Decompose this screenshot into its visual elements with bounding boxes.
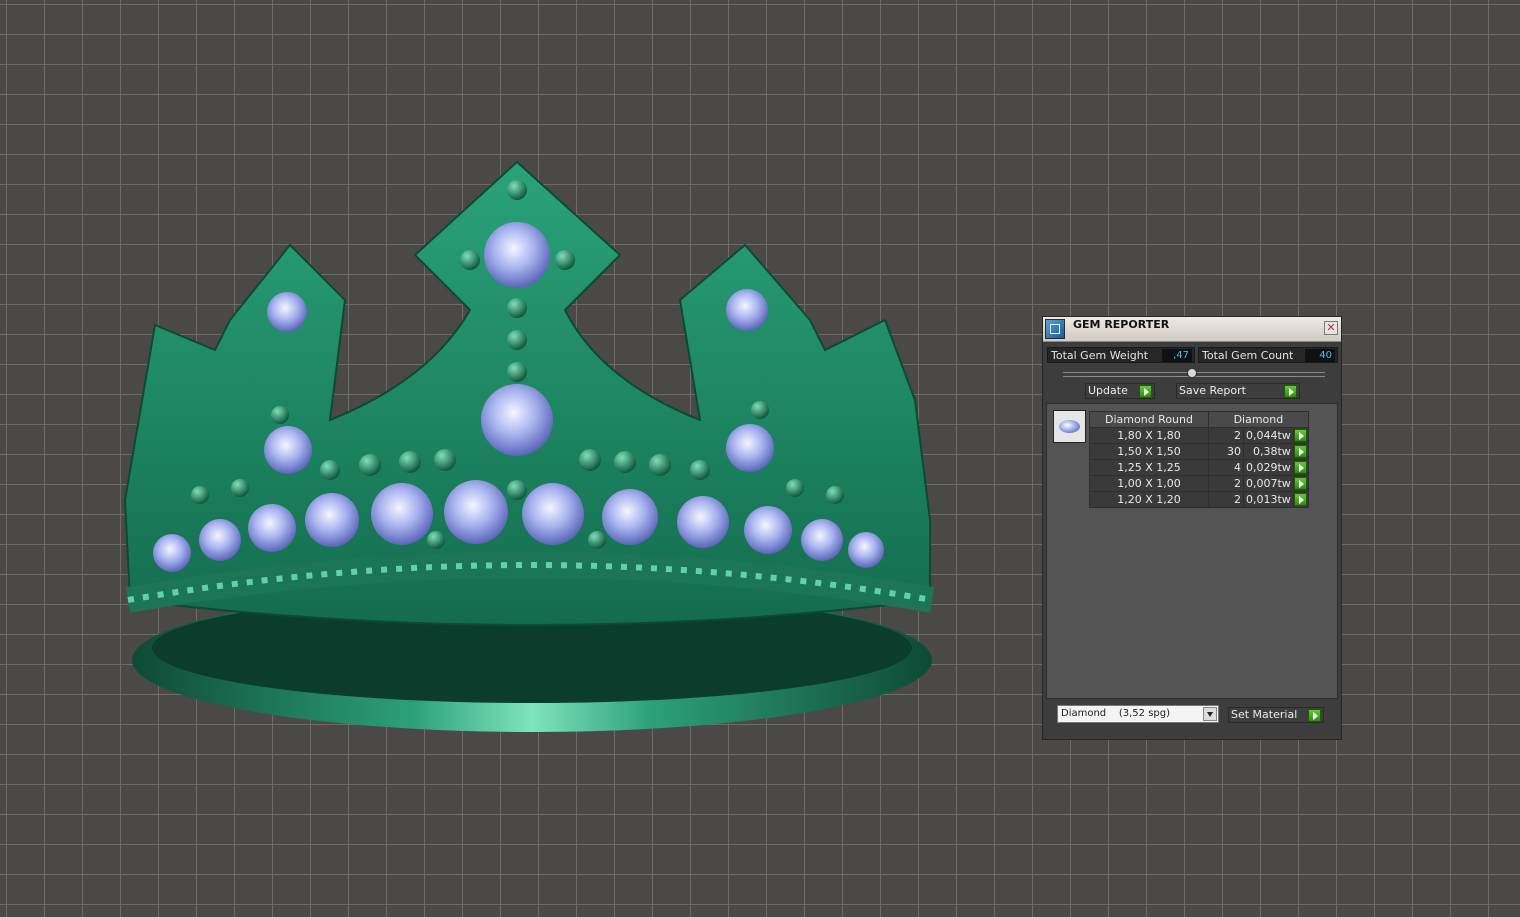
gem-size: 1,00 X 1,00 [1089, 475, 1209, 492]
total-gem-count-value: 40 [1305, 349, 1335, 362]
panel-titlebar[interactable]: GEM REPORTER ✕ [1043, 317, 1341, 342]
gem-count: 30 [1208, 443, 1244, 460]
collapse-grip-icon[interactable] [1187, 368, 1197, 378]
gem-weight: 0,38tw [1243, 443, 1294, 460]
table-row: 1,00 X 1,00 2 0,007tw [1089, 475, 1309, 492]
gem-table: Diamond Round Diamond 1,80 X 1,80 2 0,04… [1089, 411, 1309, 508]
material-select-value: Diamond (3,52 spg) [1061, 708, 1171, 719]
gem-weight: 0,044tw [1243, 427, 1294, 444]
gem-reporter-panel: GEM REPORTER ✕ Total Gem Weight ,47 Tota… [1042, 316, 1342, 740]
gem-weight: 0,013tw [1243, 491, 1294, 508]
crown-ring-model [123, 160, 935, 732]
chevron-down-icon[interactable] [1203, 707, 1217, 721]
gem-weight: 0,029tw [1243, 459, 1294, 476]
gem-size: 1,20 X 1,20 [1089, 491, 1209, 508]
gem-size: 1,25 X 1,25 [1089, 459, 1209, 476]
row-action-button[interactable] [1292, 443, 1309, 460]
save-report-button[interactable]: Save Report [1176, 383, 1300, 399]
set-material-button-label: Set Material [1231, 708, 1298, 721]
table-header-row: Diamond Round Diamond [1089, 411, 1309, 428]
close-icon: ✕ [1326, 321, 1336, 334]
play-icon [1293, 445, 1307, 458]
row-action-button[interactable] [1292, 427, 1309, 444]
update-button-label: Update [1088, 384, 1128, 397]
play-icon [1293, 477, 1307, 490]
total-gem-count-label: Total Gem Count [1202, 349, 1294, 362]
row-action-button[interactable] [1292, 491, 1309, 508]
update-button[interactable]: Update [1085, 383, 1155, 399]
play-icon [1293, 429, 1307, 442]
close-button[interactable]: ✕ [1324, 321, 1338, 335]
column-header: Diamond [1208, 411, 1309, 428]
gem-size: 1,50 X 1,50 [1089, 443, 1209, 460]
gem-thumbnail-icon[interactable] [1053, 410, 1086, 443]
gem-count: 2 [1208, 427, 1244, 444]
table-row: 1,20 X 1,20 2 0,013tw [1089, 491, 1309, 508]
save-report-button-label: Save Report [1179, 384, 1246, 397]
play-icon [1293, 461, 1307, 474]
panel-title: GEM REPORTER [1073, 318, 1170, 331]
total-gem-weight-label: Total Gem Weight [1051, 349, 1149, 362]
table-row: 1,50 X 1,50 30 0,38tw [1089, 443, 1309, 460]
total-gem-count: Total Gem Count 40 [1198, 347, 1338, 363]
total-gem-weight-value: ,47 [1162, 349, 1192, 362]
gem-count: 2 [1208, 491, 1244, 508]
play-icon [1308, 709, 1321, 722]
play-icon [1284, 385, 1297, 398]
row-action-button[interactable] [1292, 459, 1309, 476]
gem-list-area: Diamond Round Diamond 1,80 X 1,80 2 0,04… [1046, 403, 1338, 699]
column-header: Diamond Round [1089, 411, 1209, 428]
gem-reporter-icon [1045, 319, 1065, 339]
gem-weight: 0,007tw [1243, 475, 1294, 492]
table-row: 1,80 X 1,80 2 0,044tw [1089, 427, 1309, 444]
set-material-button[interactable]: Set Material [1228, 707, 1324, 723]
gem-count: 2 [1208, 475, 1244, 492]
gem-count: 4 [1208, 459, 1244, 476]
total-gem-weight: Total Gem Weight ,47 [1047, 347, 1195, 363]
material-select[interactable]: Diamond (3,52 spg) [1057, 705, 1219, 723]
row-action-button[interactable] [1292, 475, 1309, 492]
gem-size: 1,80 X 1,80 [1089, 427, 1209, 444]
play-icon [1293, 493, 1307, 506]
table-row: 1,25 X 1,25 4 0,029tw [1089, 459, 1309, 476]
play-icon [1139, 385, 1152, 398]
